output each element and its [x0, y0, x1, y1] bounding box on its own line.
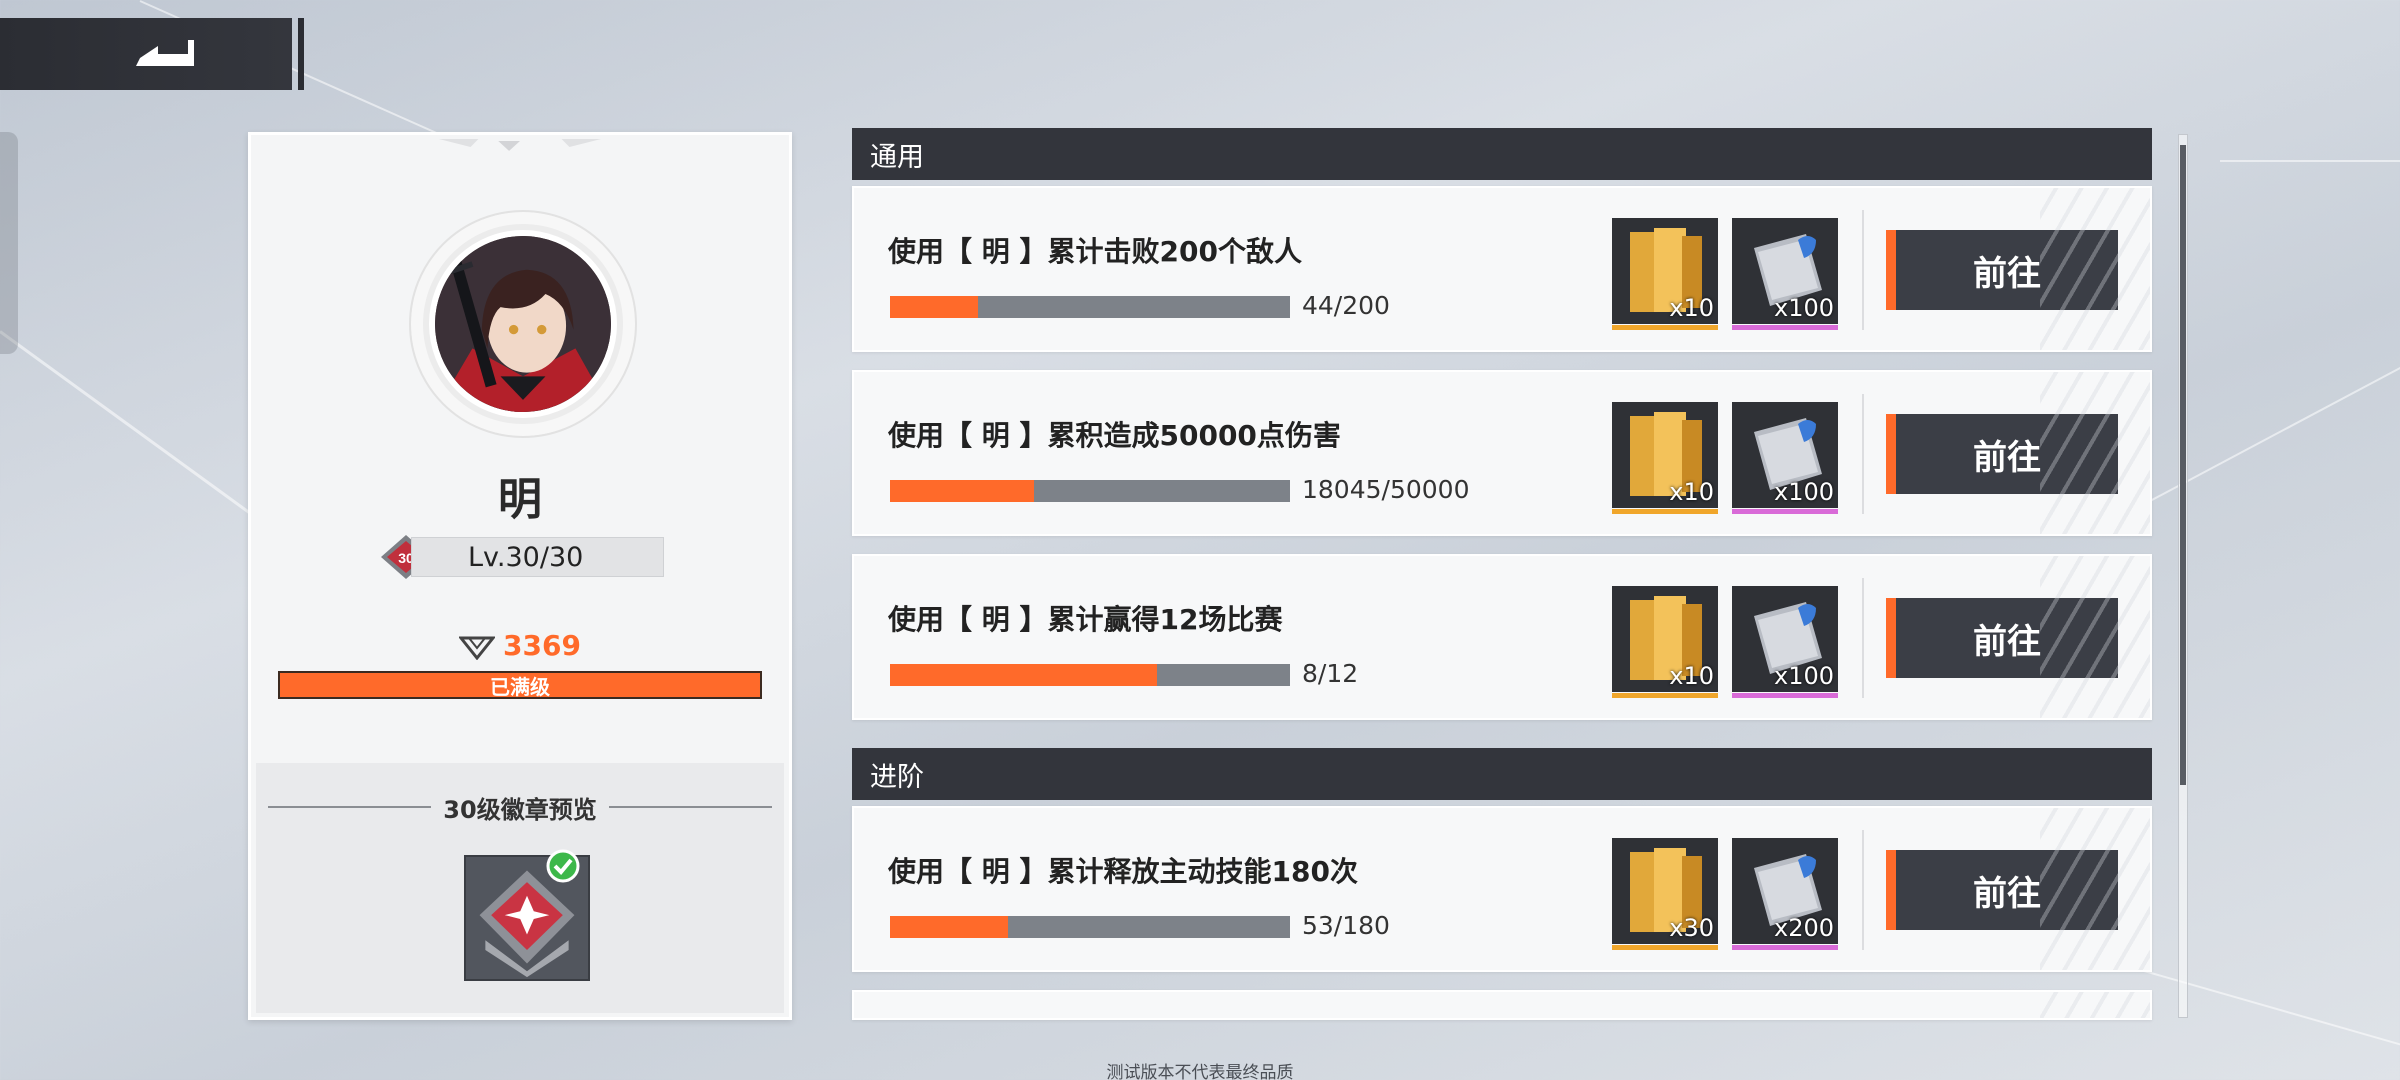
- reward-quantity: x30: [1669, 914, 1714, 942]
- progress-text: 8/12: [1302, 659, 1359, 688]
- progress-bar: [890, 480, 1290, 502]
- task-title: 使用【 明 】累计击败200个敌人: [888, 235, 1302, 268]
- go-button[interactable]: 前往: [1886, 598, 2118, 678]
- reward-item-book[interactable]: x200: [1732, 838, 1838, 950]
- task-card-partial: [852, 990, 2152, 1020]
- task-card: 使用【 明 】累计释放主动技能180次 53/180 x30 x200 前往: [852, 806, 2152, 972]
- scrollbar[interactable]: [2178, 134, 2188, 1018]
- task-title: 使用【 明 】累计赢得12场比赛: [888, 603, 1283, 636]
- reward-item-book[interactable]: x100: [1732, 218, 1838, 330]
- rarity-bar: [1612, 325, 1718, 330]
- rarity-bar: [1732, 325, 1838, 330]
- level-text: Lv.30/30: [468, 541, 584, 573]
- rarity-bar: [1732, 945, 1838, 950]
- divider: [1862, 578, 1864, 698]
- progress-fill: [890, 296, 978, 318]
- progress-bar: [890, 664, 1290, 686]
- section-title: 通用: [870, 141, 924, 173]
- progress-bar: [890, 916, 1290, 938]
- reward-item-gold[interactable]: x10: [1612, 402, 1718, 514]
- max-level-label: 已满级: [490, 674, 550, 699]
- task-card: 使用【 明 】累计赢得12场比赛 8/12 x10 x100 前往: [852, 554, 2152, 720]
- reward-quantity: x200: [1773, 914, 1834, 942]
- rarity-bar: [1612, 945, 1718, 950]
- character-avatar: [429, 230, 617, 418]
- go-button[interactable]: 前往: [1886, 230, 2118, 310]
- divider: [1862, 830, 1864, 950]
- divider: [268, 806, 432, 808]
- exp-diamond-icon: [459, 636, 496, 660]
- character-panel: 明 30 Lv.30/30 3369 已满级 30级徽章预览: [248, 132, 792, 1020]
- reward-quantity: x10: [1669, 294, 1714, 322]
- check-icon: [546, 849, 580, 883]
- max-level-bar: 已满级: [278, 671, 762, 699]
- reward-quantity: x100: [1773, 662, 1834, 690]
- progress-bar: [890, 296, 1290, 318]
- reward-item-book[interactable]: x100: [1732, 402, 1838, 514]
- reward-quantity: x10: [1669, 662, 1714, 690]
- divider: [1862, 210, 1864, 330]
- progress-text: 18045/50000: [1302, 475, 1470, 504]
- task-card: 使用【 明 】累计击败200个敌人 44/200 x10 x100 前往: [852, 186, 2152, 352]
- rarity-bar: [1732, 509, 1838, 514]
- side-drawer-tab[interactable]: [0, 132, 18, 354]
- reward-quantity: x10: [1669, 478, 1714, 506]
- back-button[interactable]: [0, 18, 304, 90]
- progress-fill: [890, 664, 1157, 686]
- section-header-advanced: 进阶: [852, 748, 2152, 800]
- progress-text: 53/180: [1302, 911, 1390, 940]
- rarity-bar: [1612, 693, 1718, 698]
- test-version-watermark: 测试版本不代表最终品质: [1106, 1063, 1294, 1080]
- reward-quantity: x100: [1773, 478, 1834, 506]
- background-line: [2220, 160, 2400, 162]
- reward-item-gold[interactable]: x10: [1612, 218, 1718, 330]
- badge-preview: 30级徽章预览: [256, 763, 784, 1013]
- exp-value: 3369: [503, 629, 581, 662]
- exp-row: 3369: [251, 629, 789, 662]
- section-header-general: 通用: [852, 128, 2152, 180]
- back-arrow-icon: [136, 40, 194, 66]
- divider: [1862, 394, 1864, 514]
- reward-quantity: x100: [1773, 294, 1834, 322]
- task-card: 使用【 明 】累积造成50000点伤害 18045/50000 x10 x100…: [852, 370, 2152, 536]
- scrollbar-thumb[interactable]: [2180, 145, 2186, 785]
- reward-item-gold[interactable]: x10: [1612, 586, 1718, 698]
- rarity-bar: [1732, 693, 1838, 698]
- progress-fill: [890, 480, 1035, 502]
- reward-item-gold[interactable]: x30: [1612, 838, 1718, 950]
- badge-preview-title: 30级徽章预览: [443, 795, 597, 824]
- reward-item-book[interactable]: x100: [1732, 586, 1838, 698]
- panel-decoration: [438, 139, 602, 151]
- task-title: 使用【 明 】累积造成50000点伤害: [888, 419, 1341, 452]
- progress-text: 44/200: [1302, 291, 1390, 320]
- go-button[interactable]: 前往: [1886, 414, 2118, 494]
- progress-fill: [890, 916, 1008, 938]
- character-name: 明: [498, 474, 542, 525]
- go-button[interactable]: 前往: [1886, 850, 2118, 930]
- rarity-bar: [1612, 509, 1718, 514]
- divider: [608, 806, 772, 808]
- level-display: Lv.30/30: [411, 537, 664, 577]
- section-title: 进阶: [870, 761, 924, 793]
- task-title: 使用【 明 】累计释放主动技能180次: [888, 855, 1358, 888]
